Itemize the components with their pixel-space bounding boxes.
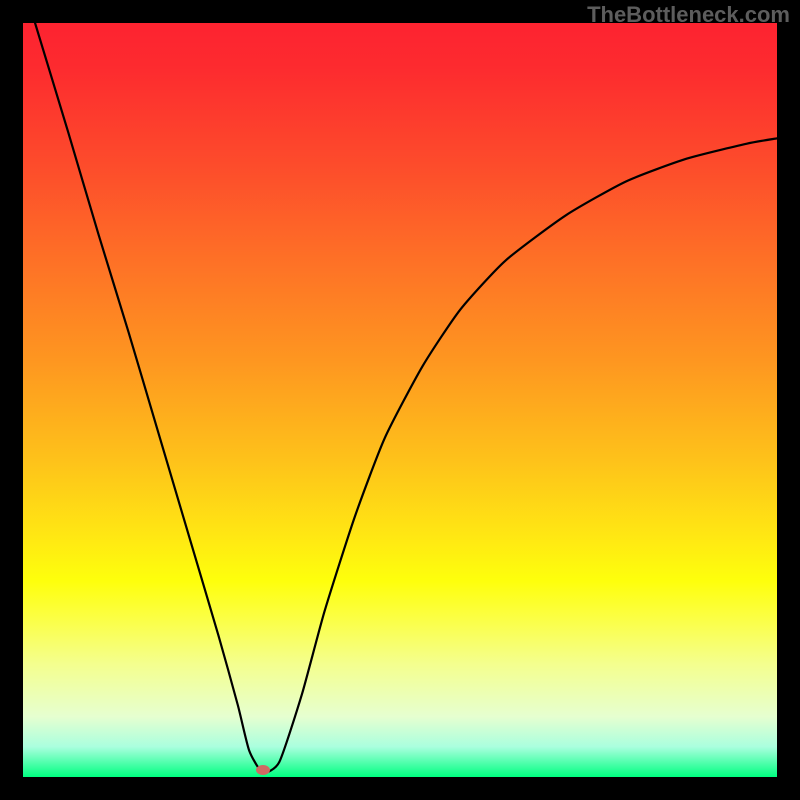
chart-plot-area xyxy=(23,23,777,777)
chart-curve xyxy=(23,23,777,777)
minimum-marker-dot xyxy=(256,765,270,775)
